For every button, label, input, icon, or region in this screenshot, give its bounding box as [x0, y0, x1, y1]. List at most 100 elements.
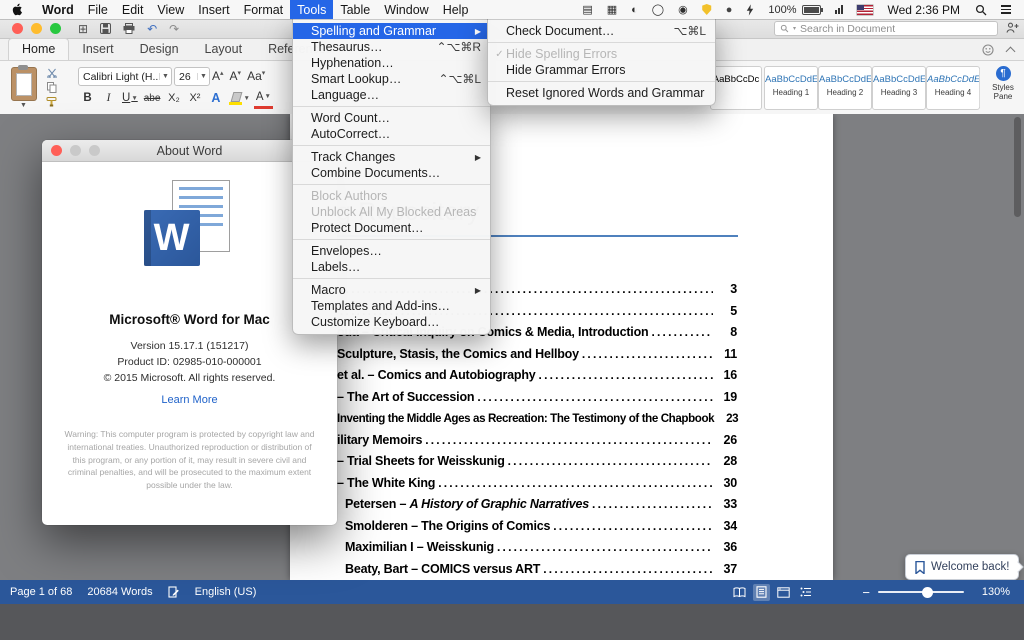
zoom-button[interactable]: [50, 23, 61, 34]
notification-center-icon[interactable]: [994, 5, 1018, 14]
menu-item-check-document[interactable]: Check Document…⌥⌘L: [488, 23, 715, 39]
menu-item-word-count[interactable]: Word Count…: [293, 110, 490, 126]
style-heading-4[interactable]: AaBbCcDdEeHeading 4: [926, 66, 980, 110]
menu-file[interactable]: File: [81, 0, 115, 19]
shrink-font-button[interactable]: A▾: [230, 69, 242, 83]
text-effects-button[interactable]: A: [206, 89, 225, 107]
display-icon[interactable]: ▤: [575, 3, 599, 16]
tab-home[interactable]: Home: [8, 38, 69, 60]
menu-format[interactable]: Format: [237, 0, 291, 19]
zoom-percentage[interactable]: 130%: [980, 586, 1010, 598]
menubar-clock[interactable]: Wed 2:36 PM: [880, 3, 968, 17]
read-mode-view-icon[interactable]: [731, 584, 748, 601]
menu-item-reset-ignored-words-and-grammar[interactable]: Reset Ignored Words and Grammar: [488, 85, 715, 101]
view-switcher-icon[interactable]: ⊞: [78, 22, 88, 36]
scrollbar-thumb[interactable]: [1014, 117, 1021, 217]
spotlight-icon[interactable]: [968, 4, 994, 16]
bolt-icon[interactable]: [739, 4, 761, 16]
print-icon[interactable]: [123, 23, 135, 34]
menu-item-spelling-and-grammar[interactable]: Spelling and Grammar▶: [293, 23, 490, 39]
italic-button[interactable]: I: [99, 89, 118, 107]
menu-item-track-changes[interactable]: Track Changes▶: [293, 149, 490, 165]
strikethrough-button[interactable]: abe: [142, 89, 163, 107]
menu-item-block-authors[interactable]: Block Authors: [293, 188, 490, 204]
tab-insert[interactable]: Insert: [69, 39, 126, 60]
menu-edit[interactable]: Edit: [115, 0, 151, 19]
styles-pane-button[interactable]: ¶ Styles Pane: [984, 65, 1022, 101]
search-input[interactable]: ▾ Search in Document: [774, 21, 998, 36]
proofing-status-icon[interactable]: [168, 586, 180, 598]
word-count[interactable]: 20684 Words: [87, 586, 152, 598]
apple-menu[interactable]: [0, 0, 35, 19]
style-heading-3[interactable]: AaBbCcDdEeHeading 3: [872, 66, 926, 110]
zoom-slider-thumb[interactable]: [922, 587, 933, 598]
menu-item-protect-document[interactable]: Protect Document…: [293, 220, 490, 236]
change-case-button[interactable]: Aa▾: [247, 69, 265, 83]
redo-icon[interactable]: ↷: [169, 22, 179, 36]
menu-view[interactable]: View: [150, 0, 191, 19]
highlight-button[interactable]: ▼: [227, 89, 251, 107]
style-heading-2[interactable]: AaBbCcDdEeHeading 2: [818, 66, 872, 110]
underline-button[interactable]: U▼: [120, 89, 140, 107]
cut-icon[interactable]: [47, 68, 57, 78]
dot-icon[interactable]: ◉: [671, 3, 695, 16]
menu-item-autocorrect[interactable]: AutoCorrect…: [293, 126, 490, 142]
shield-icon[interactable]: [695, 4, 719, 15]
battery-indicator[interactable]: 100%: [761, 4, 827, 16]
menu-item-thesaurus[interactable]: Thesaurus…⌃⌥⌘R: [293, 39, 490, 55]
undo-icon[interactable]: ↶: [147, 22, 157, 36]
zoom-slider[interactable]: [878, 591, 964, 593]
menu-tools[interactable]: Tools: [290, 0, 333, 19]
bold-button[interactable]: B: [78, 89, 97, 107]
print-layout-view-icon[interactable]: [753, 584, 770, 601]
save-icon[interactable]: [100, 23, 111, 34]
format-painter-icon[interactable]: [46, 97, 57, 107]
menu-help[interactable]: Help: [436, 0, 476, 19]
menu-word[interactable]: Word: [35, 0, 81, 19]
menu-item-envelopes[interactable]: Envelopes…: [293, 243, 490, 259]
share-icon[interactable]: [1006, 22, 1019, 34]
tab-layout[interactable]: Layout: [192, 39, 256, 60]
language-indicator[interactable]: English (US): [195, 586, 257, 598]
menu-item-hide-grammar-errors[interactable]: Hide Grammar Errors: [488, 62, 715, 78]
subscript-button[interactable]: X₂: [164, 89, 183, 107]
menu-item-hide-spelling-errors[interactable]: ✓Hide Spelling Errors: [488, 46, 715, 62]
moon-icon[interactable]: ◐: [624, 4, 645, 16]
menu-window[interactable]: Window: [377, 0, 435, 19]
font-color-button[interactable]: A▼: [254, 88, 273, 109]
menu-item-language[interactable]: Language…: [293, 87, 490, 103]
page-count[interactable]: Page 1 of 68: [10, 586, 72, 598]
minimize-button[interactable]: [31, 23, 42, 34]
lock-icon[interactable]: ●: [719, 4, 740, 16]
paste-button[interactable]: [11, 67, 37, 101]
menu-item-unblock-all-my-blocked-areas[interactable]: Unblock All My Blocked Areas: [293, 204, 490, 220]
font-size-combobox[interactable]: 26 ▼: [174, 67, 210, 86]
superscript-button[interactable]: X²: [185, 89, 204, 107]
tab-design[interactable]: Design: [127, 39, 192, 60]
style-gallery-item-0[interactable]: AaBbCcDc: [710, 66, 762, 110]
grow-font-button[interactable]: A▴: [212, 69, 224, 83]
menu-table[interactable]: Table: [333, 0, 377, 19]
welcome-back-tooltip[interactable]: Welcome back!: [905, 554, 1019, 580]
close-button[interactable]: [12, 23, 23, 34]
font-name-combobox[interactable]: Calibri Light (H... ▼: [78, 67, 172, 86]
ring-icon[interactable]: ◯: [645, 3, 671, 16]
about-close-button[interactable]: [51, 145, 62, 156]
menu-item-customize-keyboard[interactable]: Customize Keyboard…: [293, 314, 490, 330]
paste-caret-icon[interactable]: ▼: [20, 102, 27, 109]
smiley-feedback-icon[interactable]: [982, 44, 994, 56]
copy-icon[interactable]: [47, 82, 57, 93]
signal-icon[interactable]: [828, 5, 850, 14]
web-layout-view-icon[interactable]: [775, 584, 792, 601]
vertical-scrollbar[interactable]: [1014, 117, 1021, 575]
menu-insert[interactable]: Insert: [191, 0, 236, 19]
collapse-ribbon-icon[interactable]: [1006, 47, 1016, 57]
menu-item-labels[interactable]: Labels…: [293, 259, 490, 275]
keyboard-icon[interactable]: ▦: [600, 3, 624, 16]
input-language-flag-icon[interactable]: [850, 5, 880, 15]
menu-item-hyphenation[interactable]: Hyphenation…: [293, 55, 490, 71]
menu-item-templates-and-add-ins[interactable]: Templates and Add-ins…: [293, 298, 490, 314]
menu-item-macro[interactable]: Macro▶: [293, 282, 490, 298]
zoom-out-button[interactable]: −: [862, 585, 870, 600]
menu-item-combine-documents[interactable]: Combine Documents…: [293, 165, 490, 181]
